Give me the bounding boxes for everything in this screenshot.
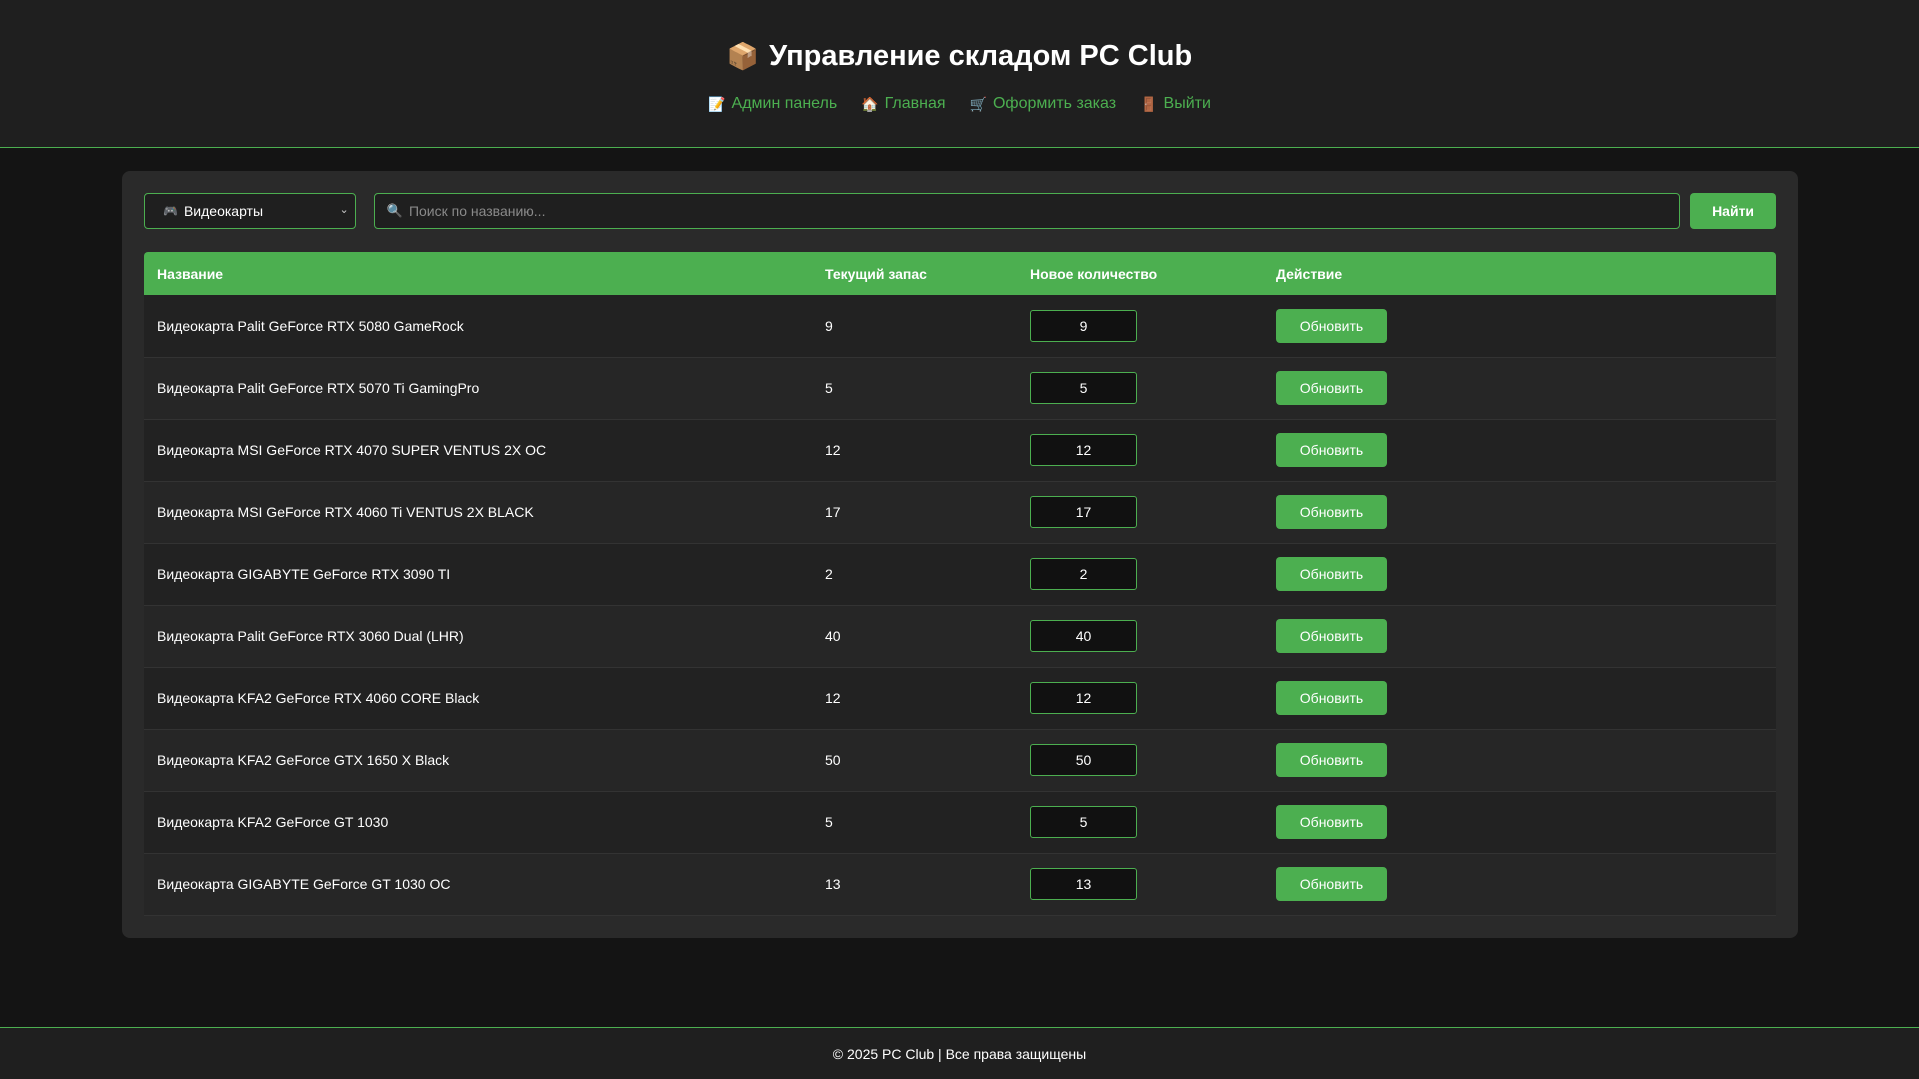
update-button[interactable]: Обновить: [1276, 681, 1387, 715]
current-stock: 12: [825, 442, 841, 458]
table-row: Видеокарта Palit GeForce RTX 5080 GameRo…: [144, 295, 1776, 357]
product-name: Видеокарта Palit GeForce RTX 5070 Ti Gam…: [157, 380, 480, 396]
update-button[interactable]: Обновить: [1276, 557, 1387, 591]
nav-place-order[interactable]: 🛒 Оформить заказ: [970, 95, 1117, 113]
product-name: Видеокарта Palit GeForce RTX 3060 Dual (…: [157, 628, 464, 644]
nav-logout[interactable]: 🚪 Выйти: [1140, 95, 1211, 113]
new-quantity-input[interactable]: [1030, 434, 1137, 466]
category-selected-value: Видеокарты: [183, 203, 264, 219]
current-stock: 40: [825, 628, 841, 644]
copyright-text: © 2025 PC Club | Все права защищены: [832, 1045, 1087, 1062]
update-button[interactable]: Обновить: [1276, 433, 1387, 467]
new-quantity-input[interactable]: [1030, 558, 1137, 590]
new-quantity-input[interactable]: [1030, 372, 1137, 404]
update-button[interactable]: Обновить: [1276, 619, 1387, 653]
table-row: Видеокарта KFA2 GeForce GTX 1650 X Black…: [144, 729, 1776, 791]
column-header-action: Действие: [1276, 265, 1343, 282]
new-quantity-input[interactable]: [1030, 744, 1137, 776]
new-quantity-input[interactable]: [1030, 868, 1137, 900]
product-name: Видеокарта GIGABYTE GeForce RTX 3090 TI: [157, 566, 451, 582]
product-name: Видеокарта KFA2 GeForce RTX 4060 CORE Bl…: [157, 690, 480, 706]
inventory-panel: 🎮 Видеокарты ⌄ 🔍 Найти Название Текущий …: [122, 171, 1798, 938]
current-stock: 17: [825, 504, 841, 520]
table-row: Видеокарта KFA2 GeForce GT 1030 5 Обнови…: [144, 791, 1776, 853]
find-button[interactable]: Найти: [1690, 193, 1776, 229]
table-row: Видеокарта Palit GeForce RTX 3060 Dual (…: [144, 605, 1776, 667]
nav-admin-panel[interactable]: 📝 Админ панель: [708, 95, 837, 113]
page-footer: © 2025 PC Club | Все права защищены: [0, 1027, 1919, 1079]
search-box: 🔍: [373, 193, 1681, 229]
page-header: 📦 Управление складом PC Club 📝 Админ пан…: [0, 0, 1919, 148]
door-icon: 🚪: [1140, 95, 1158, 112]
column-header-new-qty: Новое количество: [1030, 265, 1158, 282]
current-stock: 50: [825, 752, 841, 768]
cart-icon: 🛒: [969, 95, 987, 112]
column-header-stock: Текущий запас: [825, 265, 927, 282]
update-button[interactable]: Обновить: [1276, 805, 1387, 839]
package-icon: 📦: [726, 41, 760, 71]
column-header-name: Название: [157, 265, 224, 282]
update-button[interactable]: Обновить: [1276, 308, 1387, 343]
product-name: Видеокарта MSI GeForce RTX 4070 SUPER VE…: [157, 442, 547, 458]
current-stock: 9: [825, 317, 833, 334]
memo-icon: 📝: [708, 95, 726, 112]
nav-logout-label: Выйти: [1163, 95, 1211, 112]
nav-home[interactable]: 🏠 Главная: [861, 95, 945, 113]
new-quantity-input[interactable]: [1030, 309, 1137, 342]
chevron-down-icon: ⌄: [339, 204, 349, 216]
page-title-row: 📦 Управление складом PC Club: [727, 40, 1192, 73]
category-select[interactable]: 🎮 Видеокарты ⌄: [144, 193, 356, 229]
new-quantity-input[interactable]: [1030, 620, 1137, 652]
house-icon: 🏠: [861, 95, 879, 112]
current-stock: 5: [825, 814, 833, 830]
current-stock: 2: [825, 566, 833, 582]
table-row: Видеокарта MSI GeForce RTX 4060 Ti VENTU…: [144, 481, 1776, 543]
new-quantity-input[interactable]: [1030, 496, 1137, 528]
current-stock: 5: [825, 380, 833, 396]
product-name: Видеокарта Palit GeForce RTX 5080 GameRo…: [157, 317, 464, 334]
top-nav: 📝 Админ панель 🏠 Главная 🛒 Оформить зака…: [708, 95, 1211, 113]
update-button[interactable]: Обновить: [1276, 495, 1387, 529]
new-quantity-input[interactable]: [1030, 682, 1137, 714]
current-stock: 12: [825, 690, 841, 706]
table-row: Видеокарта GIGABYTE GeForce GT 1030 OC 1…: [144, 853, 1776, 915]
nav-place-order-label: Оформить заказ: [992, 95, 1117, 112]
table-row: Видеокарта Palit GeForce RTX 5070 Ti Gam…: [144, 357, 1776, 419]
update-button[interactable]: Обновить: [1276, 371, 1387, 405]
table-row: Видеокарта GIGABYTE GeForce RTX 3090 TI …: [144, 543, 1776, 605]
product-name: Видеокарта KFA2 GeForce GT 1030: [157, 814, 389, 830]
gamepad-icon: 🎮: [163, 204, 178, 218]
product-name: Видеокарта KFA2 GeForce GTX 1650 X Black: [157, 752, 450, 768]
current-stock: 13: [825, 876, 841, 892]
inventory-table: Название Текущий запас Новое количество …: [144, 252, 1776, 916]
search-input[interactable]: [408, 203, 1680, 219]
product-name: Видеокарта GIGABYTE GeForce GT 1030 OC: [157, 876, 451, 892]
update-button[interactable]: Обновить: [1276, 867, 1387, 901]
table-row: Видеокарта KFA2 GeForce RTX 4060 CORE Bl…: [144, 667, 1776, 729]
filter-bar: 🎮 Видеокарты ⌄ 🔍 Найти: [144, 193, 1776, 229]
nav-admin-panel-label: Админ панель: [731, 95, 838, 112]
update-button[interactable]: Обновить: [1276, 743, 1387, 777]
product-name: Видеокарта MSI GeForce RTX 4060 Ti VENTU…: [157, 504, 534, 520]
page-title: Управление складом PC Club: [769, 40, 1193, 72]
table-row: Видеокарта MSI GeForce RTX 4070 SUPER VE…: [144, 419, 1776, 481]
new-quantity-input[interactable]: [1030, 806, 1137, 838]
magnifier-icon: 🔍: [386, 203, 403, 218]
table-header-row: Название Текущий запас Новое количество …: [144, 252, 1776, 295]
nav-home-label: Главная: [884, 95, 946, 112]
